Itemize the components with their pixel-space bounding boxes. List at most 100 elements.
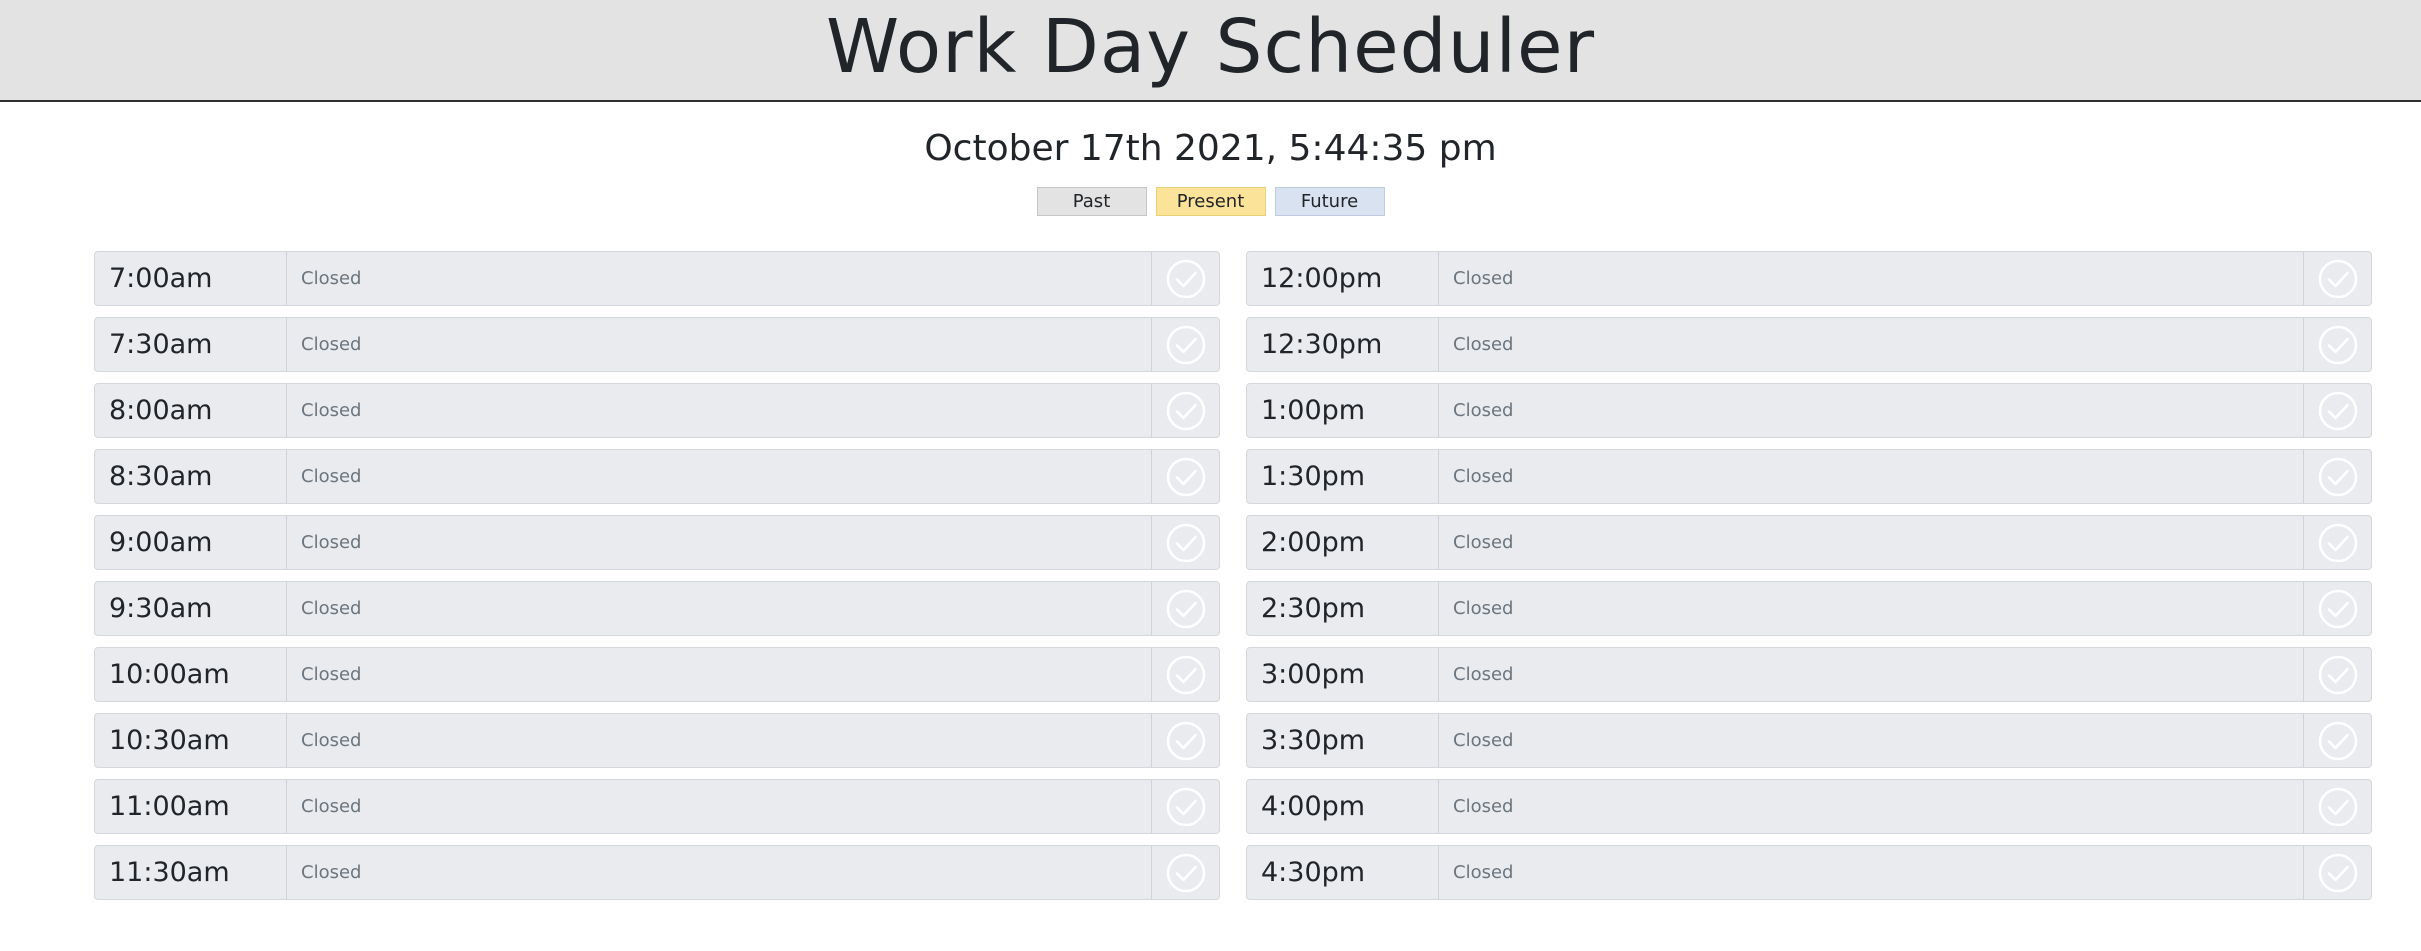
event-field[interactable]: Closed (287, 582, 1152, 635)
event-field[interactable]: Closed (1439, 516, 2304, 569)
save-button[interactable] (2304, 582, 2371, 635)
check-circle-icon (2318, 523, 2358, 563)
legend-present: Present (1155, 187, 1266, 216)
check-circle-icon (2318, 325, 2358, 365)
save-button[interactable] (2304, 384, 2371, 437)
page-title: Work Day Scheduler (825, 4, 1596, 90)
time-block: 4:00pm Closed (1246, 779, 2372, 834)
time-block: 8:00am Closed (94, 383, 1220, 438)
time-legend: Past Present Future (0, 187, 2421, 216)
time-label: 8:30am (95, 450, 287, 503)
time-block: 12:30pm Closed (1246, 317, 2372, 372)
time-label: 10:00am (95, 648, 287, 701)
save-button[interactable] (2304, 450, 2371, 503)
event-field[interactable]: Closed (287, 252, 1152, 305)
time-label: 12:30pm (1247, 318, 1439, 371)
save-button[interactable] (2304, 516, 2371, 569)
check-circle-icon (1166, 457, 1206, 497)
save-button[interactable] (1152, 582, 1219, 635)
time-block: 3:30pm Closed (1246, 713, 2372, 768)
current-datetime: October 17th 2021, 5:44:35 pm (924, 128, 1497, 169)
event-field[interactable]: Closed (1439, 384, 2304, 437)
check-circle-icon (2318, 787, 2358, 827)
time-label: 11:00am (95, 780, 287, 833)
check-circle-icon (2318, 391, 2358, 431)
check-circle-icon (2318, 655, 2358, 695)
check-circle-icon (1166, 391, 1206, 431)
check-circle-icon (1166, 589, 1206, 629)
event-field[interactable]: Closed (1439, 780, 2304, 833)
time-block: 11:00am Closed (94, 779, 1220, 834)
save-button[interactable] (1152, 714, 1219, 767)
event-field[interactable]: Closed (287, 780, 1152, 833)
time-block: 9:30am Closed (94, 581, 1220, 636)
save-button[interactable] (2304, 318, 2371, 371)
check-circle-icon (2318, 259, 2358, 299)
time-label: 12:00pm (1247, 252, 1439, 305)
check-circle-icon (1166, 325, 1206, 365)
save-button[interactable] (1152, 516, 1219, 569)
save-button[interactable] (1152, 648, 1219, 701)
event-field[interactable]: Closed (1439, 648, 2304, 701)
event-field[interactable]: Closed (287, 384, 1152, 437)
time-label: 3:30pm (1247, 714, 1439, 767)
time-block: 12:00pm Closed (1246, 251, 2372, 306)
time-block: 7:00am Closed (94, 251, 1220, 306)
legend-future: Future (1274, 187, 1385, 216)
check-circle-icon (2318, 457, 2358, 497)
event-field[interactable]: Closed (1439, 450, 2304, 503)
check-circle-icon (2318, 589, 2358, 629)
time-label: 4:30pm (1247, 846, 1439, 899)
time-block: 1:30pm Closed (1246, 449, 2372, 504)
check-circle-icon (1166, 523, 1206, 563)
event-field[interactable]: Closed (1439, 318, 2304, 371)
schedule-column-morning: 7:00am Closed 7:30am Closed 8:00am Close… (94, 251, 1220, 911)
check-circle-icon (1166, 721, 1206, 761)
event-field[interactable]: Closed (287, 846, 1152, 899)
save-button[interactable] (1152, 846, 1219, 899)
time-label: 4:00pm (1247, 780, 1439, 833)
event-field[interactable]: Closed (287, 516, 1152, 569)
time-block: 10:30am Closed (94, 713, 1220, 768)
save-button[interactable] (2304, 846, 2371, 899)
time-block: 4:30pm Closed (1246, 845, 2372, 900)
event-field[interactable]: Closed (287, 450, 1152, 503)
time-label: 9:00am (95, 516, 287, 569)
event-field[interactable]: Closed (287, 648, 1152, 701)
page-header: Work Day Scheduler (0, 0, 2421, 102)
check-circle-icon (1166, 853, 1206, 893)
schedule-column-afternoon: 12:00pm Closed 12:30pm Closed 1:00pm Clo… (1246, 251, 2372, 911)
event-field[interactable]: Closed (287, 714, 1152, 767)
save-button[interactable] (1152, 384, 1219, 437)
event-field[interactable]: Closed (1439, 714, 2304, 767)
time-label: 9:30am (95, 582, 287, 635)
save-button[interactable] (2304, 780, 2371, 833)
save-button[interactable] (1152, 450, 1219, 503)
save-button[interactable] (1152, 780, 1219, 833)
time-label: 1:30pm (1247, 450, 1439, 503)
save-button[interactable] (2304, 648, 2371, 701)
time-label: 2:00pm (1247, 516, 1439, 569)
time-block: 2:00pm Closed (1246, 515, 2372, 570)
time-block: 7:30am Closed (94, 317, 1220, 372)
check-circle-icon (1166, 787, 1206, 827)
event-field[interactable]: Closed (1439, 846, 2304, 899)
time-block: 8:30am Closed (94, 449, 1220, 504)
event-field[interactable]: Closed (287, 318, 1152, 371)
time-block: 9:00am Closed (94, 515, 1220, 570)
time-label: 10:30am (95, 714, 287, 767)
event-field[interactable]: Closed (1439, 582, 2304, 635)
save-button[interactable] (1152, 252, 1219, 305)
save-button[interactable] (1152, 318, 1219, 371)
check-circle-icon (2318, 853, 2358, 893)
save-button[interactable] (2304, 252, 2371, 305)
check-circle-icon (2318, 721, 2358, 761)
check-circle-icon (1166, 655, 1206, 695)
time-label: 7:30am (95, 318, 287, 371)
event-field[interactable]: Closed (1439, 252, 2304, 305)
time-label: 7:00am (95, 252, 287, 305)
time-label: 2:30pm (1247, 582, 1439, 635)
save-button[interactable] (2304, 714, 2371, 767)
time-label: 11:30am (95, 846, 287, 899)
time-label: 3:00pm (1247, 648, 1439, 701)
